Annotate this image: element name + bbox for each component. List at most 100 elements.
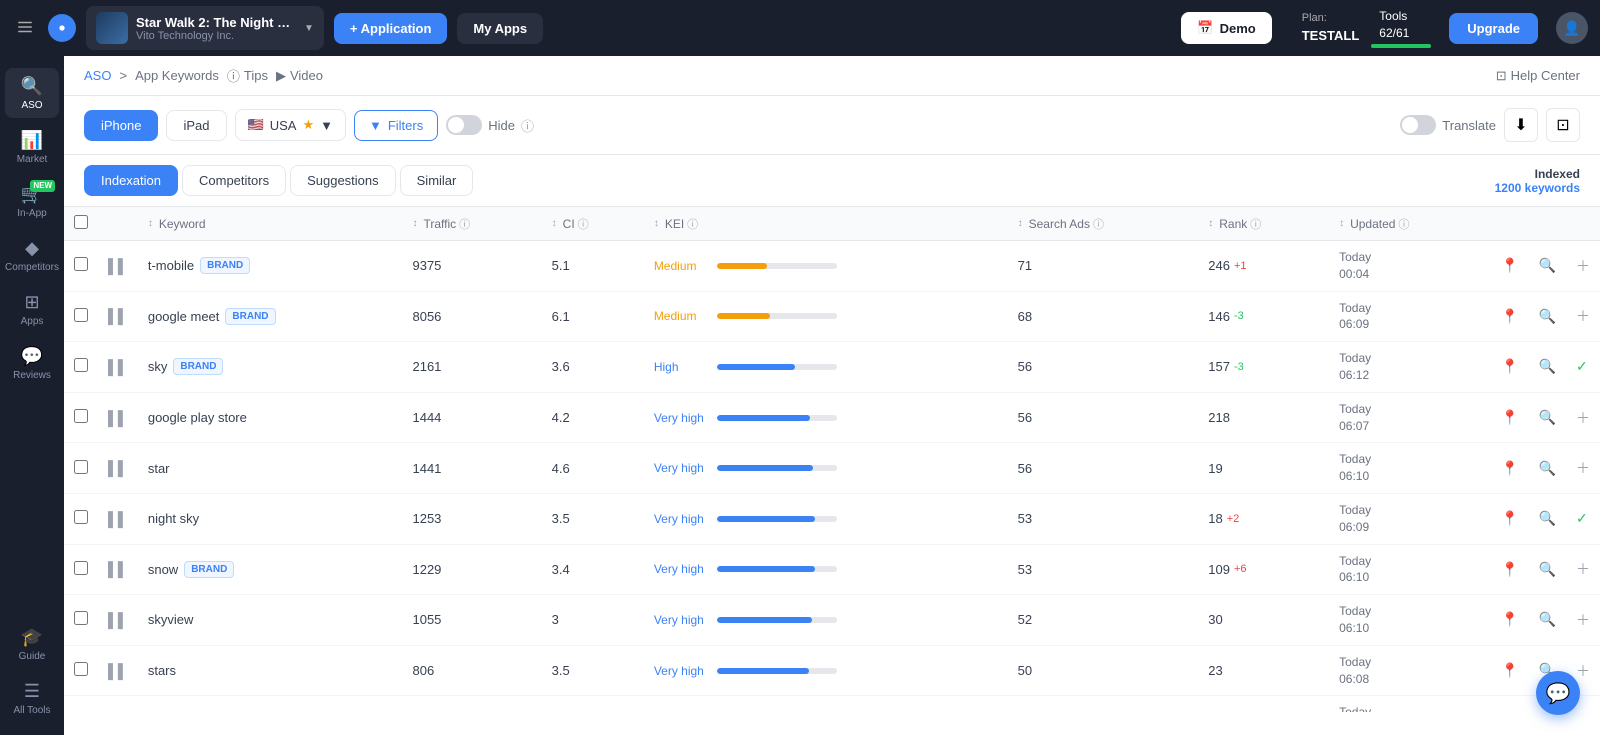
action-location: 📍 (1491, 493, 1528, 544)
row-checkbox[interactable] (74, 308, 88, 322)
avatar[interactable]: 👤 (1556, 12, 1588, 44)
ci-cell: 6.1 (542, 291, 644, 342)
select-all-checkbox[interactable] (74, 215, 88, 229)
location-icon[interactable]: 📍 (1501, 358, 1518, 374)
rank-cell: 157 -3 (1198, 342, 1329, 393)
download-button[interactable]: ⬇ (1504, 108, 1538, 142)
keyword-cell: t-mobile BRAND (148, 257, 393, 274)
plus-icon[interactable]: ＋ (1576, 258, 1590, 274)
ipad-tab[interactable]: iPad (166, 110, 226, 141)
sidebar-item-apps[interactable]: ⊞ Apps (5, 284, 59, 334)
tab-indexation[interactable]: Indexation (84, 165, 178, 196)
help-center-link[interactable]: ⊡ Help Center (1496, 68, 1580, 84)
hide-switch[interactable] (446, 115, 482, 135)
magnify-icon[interactable]: 🔍 (1539, 510, 1556, 526)
kei-bar (717, 313, 770, 319)
tab-competitors[interactable]: Competitors (182, 165, 286, 196)
row-checkbox[interactable] (74, 561, 88, 575)
rank-cell: 246 +1 (1198, 241, 1329, 292)
magnify-icon[interactable]: 🔍 (1539, 308, 1556, 324)
updated-cell: Today06:08 (1329, 645, 1491, 696)
calendar-icon: 📅 (1197, 20, 1213, 36)
magnify-icon[interactable]: 🔍 (1539, 358, 1556, 374)
location-icon[interactable]: 📍 (1501, 561, 1518, 577)
chat-bubble[interactable]: 💬 (1536, 671, 1580, 715)
ci-cell: 4.2 (542, 392, 644, 443)
row-checkbox[interactable] (74, 358, 88, 372)
plus-icon[interactable]: ＋ (1576, 308, 1590, 324)
brand-badge: BRAND (200, 257, 250, 274)
sidebar-item-market[interactable]: 📊 Market (5, 122, 59, 172)
location-icon[interactable]: 📍 (1501, 662, 1518, 678)
kei-cell: Very high (644, 544, 1008, 595)
country-selector[interactable]: 🇺🇸 USA ★ ▼ (235, 109, 346, 141)
row-checkbox[interactable] (74, 510, 88, 524)
tips-link[interactable]: ⓘ Tips (227, 66, 268, 85)
expand-sidebar-button[interactable] (12, 14, 38, 43)
alltools-icon: ☰ (24, 681, 40, 702)
location-icon[interactable]: 📍 (1501, 257, 1518, 273)
sub-tabs-bar: Indexation Competitors Suggestions Simil… (64, 155, 1600, 207)
magnify-icon[interactable]: 🔍 (1539, 561, 1556, 577)
keywords-table-container[interactable]: ↕ Keyword ↕ Traffic ⓘ ↕ CI ⓘ ↕ KEI ⓘ ↕ S… (64, 207, 1600, 712)
magnify-icon[interactable]: 🔍 (1539, 460, 1556, 476)
row-checkbox[interactable] (74, 460, 88, 474)
row-checkbox[interactable] (74, 409, 88, 423)
action-indexed: ✓ (1566, 493, 1600, 544)
magnify-icon[interactable]: 🔍 (1539, 409, 1556, 425)
sidebar-item-guide[interactable]: 🎓 Guide (5, 619, 59, 669)
plus-icon[interactable]: ＋ (1576, 612, 1590, 628)
plus-icon[interactable]: ＋ (1576, 460, 1590, 476)
ci-col-header[interactable]: ↕ CI ⓘ (542, 207, 644, 241)
sidebar-item-alltools[interactable]: ☰ All Tools (5, 673, 59, 723)
video-link[interactable]: ▶ Video (276, 68, 323, 84)
magnify-icon[interactable]: 🔍 (1539, 611, 1556, 627)
keyword-cell: stars (148, 663, 393, 678)
traffic-cell: 1444 (402, 392, 541, 443)
aso-icon: 🔍 (21, 76, 43, 97)
sidebar-item-reviews[interactable]: 💬 Reviews (5, 338, 59, 388)
location-icon[interactable]: 📍 (1501, 611, 1518, 627)
application-button[interactable]: + Application (334, 13, 448, 44)
demo-button[interactable]: 📅 Demo (1181, 12, 1271, 44)
sidebar-item-inapp[interactable]: NEW 🛒 In-App (5, 176, 59, 226)
magnify-icon[interactable]: 🔍 (1539, 257, 1556, 273)
upgrade-button[interactable]: Upgrade (1449, 13, 1538, 44)
keyword-cell: skyview (148, 612, 393, 627)
sidebar-item-label: Apps (21, 316, 44, 327)
plus-icon[interactable]: ＋ (1576, 561, 1590, 577)
copy-button[interactable]: ⊡ (1546, 108, 1580, 142)
keyword-col-header[interactable]: ↕ Keyword (138, 207, 403, 241)
kei-bar-wrap (717, 364, 837, 370)
location-icon[interactable]: 📍 (1501, 409, 1518, 425)
action-add: ＋ (1566, 443, 1600, 494)
updated-col-header[interactable]: ↕ Updated ⓘ (1329, 207, 1491, 241)
translate-switch[interactable] (1400, 115, 1436, 135)
row-checkbox[interactable] (74, 611, 88, 625)
plus-icon[interactable]: ＋ (1576, 663, 1590, 679)
tab-suggestions[interactable]: Suggestions (290, 165, 396, 196)
plus-icon[interactable]: ＋ (1576, 410, 1590, 426)
filters-button[interactable]: ▼ Filters (354, 110, 438, 141)
rank-col-header[interactable]: ↕ Rank ⓘ (1198, 207, 1329, 241)
location-icon[interactable]: 📍 (1501, 460, 1518, 476)
app-selector[interactable]: Star Walk 2: The Night Sk... Vito Techno… (86, 6, 324, 50)
sidebar-item-aso[interactable]: 🔍 ASO (5, 68, 59, 118)
kei-col-header[interactable]: ↕ KEI ⓘ (644, 207, 1008, 241)
sidebar-item-label: In-App (17, 208, 46, 219)
iphone-tab[interactable]: iPhone (84, 110, 158, 141)
breadcrumb-aso[interactable]: ASO (84, 68, 111, 83)
keyword-text: sky (148, 359, 168, 374)
myapps-button[interactable]: My Apps (457, 13, 543, 44)
location-icon[interactable]: 📍 (1501, 510, 1518, 526)
row-checkbox[interactable] (74, 662, 88, 676)
row-checkbox[interactable] (74, 257, 88, 271)
tab-similar[interactable]: Similar (400, 165, 474, 196)
searchads-col-header[interactable]: ↕ Search Ads ⓘ (1008, 207, 1199, 241)
sidebar-item-competitors[interactable]: ◆ Competitors (5, 230, 59, 280)
chevron-down-icon: ▼ (304, 23, 314, 34)
table-row: ▌▌ vans BRAND 8063.3 High 50 89 +4 Today… (64, 696, 1600, 712)
traffic-col-header[interactable]: ↕ Traffic ⓘ (402, 207, 541, 241)
updated-cell: Today06:12 (1329, 696, 1491, 712)
location-icon[interactable]: 📍 (1501, 308, 1518, 324)
